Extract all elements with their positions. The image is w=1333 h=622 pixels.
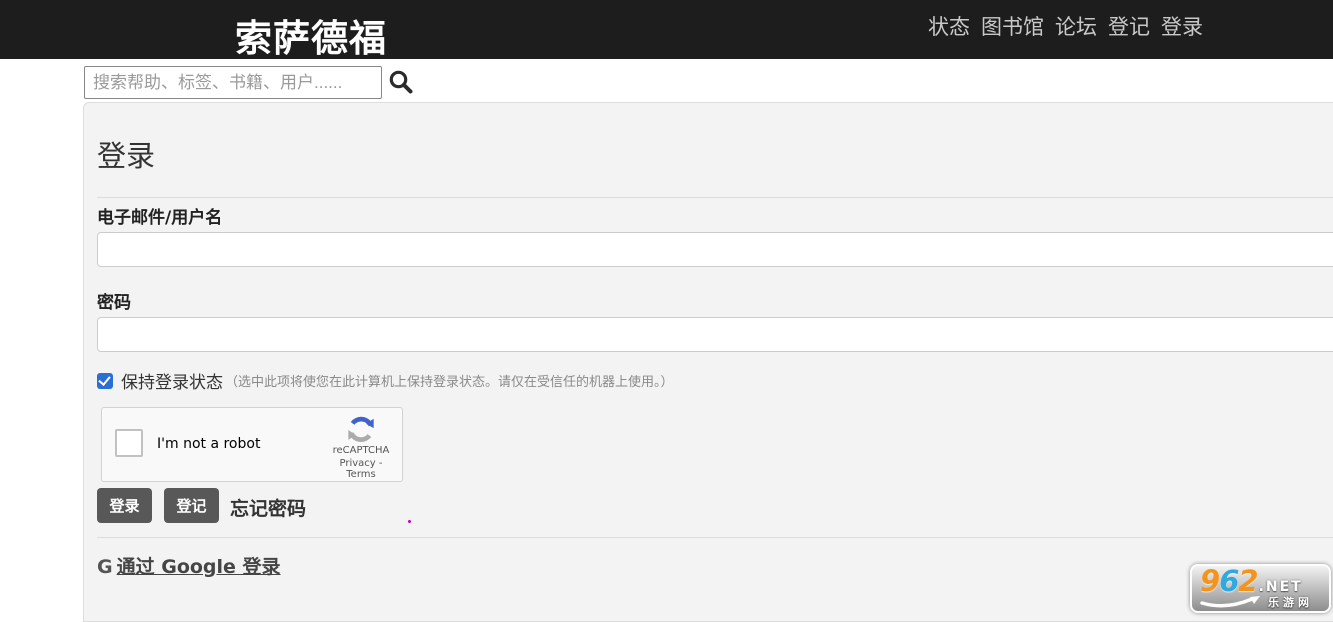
swoosh-arrow-icon bbox=[1200, 595, 1262, 609]
watermark-bottom-row: 乐游网 bbox=[1200, 594, 1323, 610]
nav-item-library[interactable]: 图书馆 bbox=[981, 11, 1044, 41]
google-g-icon: G bbox=[97, 556, 113, 578]
remember-note: （选中此项将使您在此计算机上保持登录状态。请仅在受信任的机器上使用。） bbox=[225, 371, 674, 390]
divider bbox=[97, 537, 1333, 538]
recaptcha-brand-text: reCAPTCHA bbox=[326, 445, 396, 456]
nav-item-status[interactable]: 状态 bbox=[928, 11, 970, 41]
watermark-top-row: 9 6 2 .NET bbox=[1200, 567, 1323, 596]
watermark-digit: 2 bbox=[1238, 567, 1257, 596]
google-login-row: G通过 Google 登录 bbox=[97, 552, 281, 579]
search-icon[interactable] bbox=[387, 68, 415, 96]
recaptcha-label: I'm not a robot bbox=[157, 436, 260, 452]
nav-item-forum[interactable]: 论坛 bbox=[1055, 11, 1097, 41]
search-row bbox=[0, 59, 1333, 102]
email-input[interactable] bbox=[97, 232, 1333, 267]
password-input[interactable] bbox=[97, 317, 1333, 352]
password-label: 密码 bbox=[97, 288, 131, 313]
watermark-site-name: 乐游网 bbox=[1268, 594, 1313, 610]
site-title[interactable]: 索萨德福 bbox=[235, 8, 387, 62]
divider bbox=[97, 197, 1333, 198]
stray-pixel-artifact bbox=[408, 520, 411, 523]
search-input[interactable] bbox=[84, 66, 382, 99]
recaptcha-checkbox[interactable] bbox=[115, 429, 143, 457]
top-nav: 状态 图书馆 论坛 登记 登录 bbox=[928, 0, 1203, 52]
recaptcha-privacy-terms-links[interactable]: Privacy - Terms bbox=[326, 458, 396, 480]
register-button[interactable]: 登记 bbox=[164, 488, 219, 523]
nav-item-login[interactable]: 登录 bbox=[1161, 11, 1203, 41]
google-login-link[interactable]: 通过 Google 登录 bbox=[117, 556, 281, 578]
watermark-digit: 9 bbox=[1200, 567, 1219, 596]
remember-label: 保持登录状态 bbox=[121, 368, 223, 393]
login-button[interactable]: 登录 bbox=[97, 488, 152, 523]
page-title: 登录 bbox=[97, 133, 155, 175]
remember-row: 保持登录状态 （选中此项将使您在此计算机上保持登录状态。请仅在受信任的机器上使用… bbox=[97, 368, 674, 393]
forgot-password-link[interactable]: 忘记密码 bbox=[230, 494, 306, 521]
watermark-962net-logo: 9 6 2 .NET 乐游网 bbox=[1190, 564, 1331, 613]
login-panel: 登录 电子邮件/用户名 密码 保持登录状态 （选中此项将使您在此计算机上保持登录… bbox=[83, 102, 1333, 622]
watermark-digit: 6 bbox=[1219, 567, 1238, 596]
recaptcha-widget: I'm not a robot reCAPTCHA Privacy - Term… bbox=[101, 407, 403, 482]
remember-checkbox[interactable] bbox=[97, 373, 113, 389]
watermark-net-text: .NET bbox=[1259, 580, 1303, 594]
recaptcha-logo-icon bbox=[345, 414, 377, 444]
top-navigation-bar: 索萨德福 状态 图书馆 论坛 登记 登录 bbox=[0, 0, 1333, 59]
nav-item-register[interactable]: 登记 bbox=[1108, 11, 1150, 41]
recaptcha-branding: reCAPTCHA Privacy - Terms bbox=[326, 414, 396, 480]
email-label: 电子邮件/用户名 bbox=[97, 203, 222, 228]
